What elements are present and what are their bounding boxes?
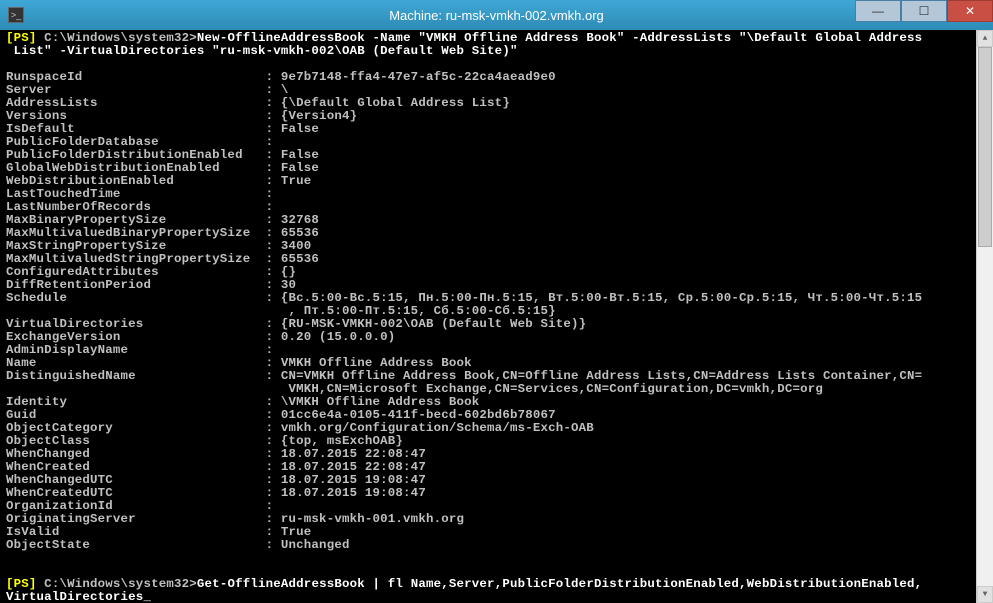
scroll-up-arrow-icon[interactable]: ▲ (977, 30, 993, 47)
maximize-button[interactable]: ☐ (901, 0, 947, 22)
scrollbar[interactable]: ▲ ▼ (976, 30, 993, 603)
scroll-thumb[interactable] (978, 47, 992, 247)
close-icon: ✕ (965, 4, 975, 18)
powershell-icon: >_ (8, 7, 24, 23)
window-controls: — ☐ ✕ (855, 0, 993, 22)
terminal-container: [PS] C:\Windows\system32>New-OfflineAddr… (0, 30, 993, 603)
terminal-output[interactable]: [PS] C:\Windows\system32>New-OfflineAddr… (0, 30, 976, 603)
maximize-icon: ☐ (919, 4, 930, 18)
titlebar: >_ Machine: ru-msk-vmkh-002.vmkh.org — ☐… (0, 0, 993, 30)
minimize-icon: — (872, 4, 884, 18)
close-button[interactable]: ✕ (947, 0, 993, 22)
window-title: Machine: ru-msk-vmkh-002.vmkh.org (389, 8, 604, 23)
minimize-button[interactable]: — (855, 0, 901, 22)
scroll-down-arrow-icon[interactable]: ▼ (977, 586, 993, 603)
